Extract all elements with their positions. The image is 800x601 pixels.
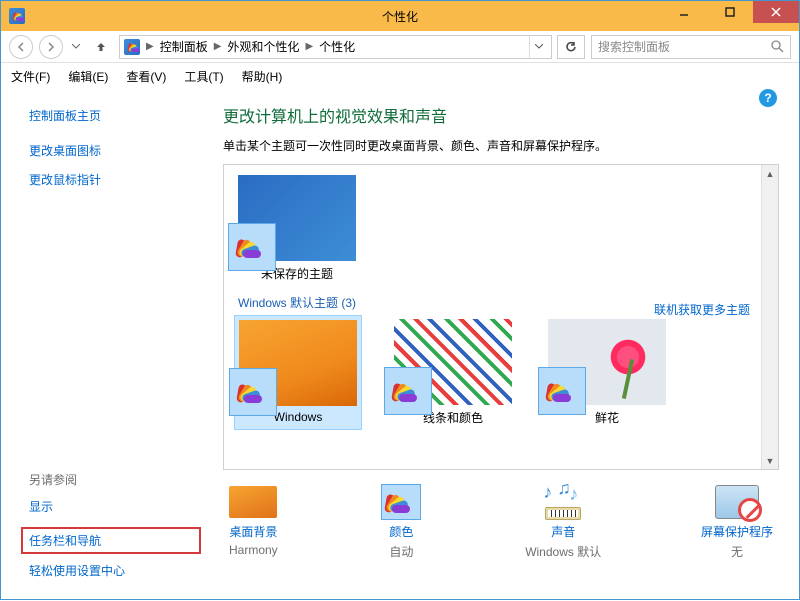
sidebar-link-taskbar-nav[interactable]: 任务栏和导航	[21, 527, 201, 554]
sidebar-link-ease-of-access[interactable]: 轻松使用设置中心	[29, 562, 201, 579]
theme-label: Windows	[274, 410, 323, 424]
setting-label: 桌面背景	[229, 523, 277, 540]
up-button[interactable]	[89, 40, 113, 54]
chevron-right-icon: ▶	[214, 41, 222, 52]
theme-flowers[interactable]: 鲜花	[548, 319, 666, 426]
settings-row: 桌面背景 Harmony 颜色 自动 ♪♫♪ 声音 Windows 默认 屏幕保…	[223, 484, 779, 560]
menu-help[interactable]: 帮助(H)	[242, 68, 283, 85]
help-icon[interactable]: ?	[759, 89, 777, 107]
desktop-background-button[interactable]: 桌面背景 Harmony	[229, 484, 278, 560]
page-heading: 更改计算机上的视觉效果和声音	[223, 103, 779, 127]
setting-value: 无	[731, 543, 743, 560]
theme-label: 鲜花	[595, 409, 619, 426]
color-fan-icon	[538, 367, 586, 415]
sidebar-see-also: 另请参阅	[29, 471, 201, 488]
back-button[interactable]	[9, 35, 33, 59]
menu-view[interactable]: 查看(V)	[126, 68, 166, 85]
control-panel-icon	[124, 39, 140, 55]
sidebar-link-display[interactable]: 显示	[29, 498, 201, 515]
theme-unsaved[interactable]: 未保存的主题	[238, 175, 356, 282]
scrollbar[interactable]: ▲ ▼	[761, 165, 778, 469]
setting-value: Windows 默认	[525, 543, 601, 560]
address-dropdown[interactable]	[529, 36, 547, 58]
setting-label: 声音	[551, 523, 575, 540]
color-fan-icon	[381, 484, 421, 520]
window-controls	[661, 1, 799, 23]
scroll-down-icon[interactable]: ▼	[762, 452, 778, 469]
app-icon	[9, 8, 25, 24]
color-fan-icon	[229, 368, 277, 416]
sidebar-link-desktop-icons[interactable]: 更改桌面图标	[29, 142, 201, 159]
page-description: 单击某个主题可一次性同时更改桌面背景、颜色、声音和屏幕保护程序。	[223, 137, 779, 154]
chevron-right-icon: ▶	[305, 41, 313, 52]
setting-label: 颜色	[389, 523, 413, 540]
search-input[interactable]: 搜索控制面板	[591, 35, 791, 59]
scroll-up-icon[interactable]: ▲	[762, 165, 778, 182]
main-panel: ? 更改计算机上的视觉效果和声音 单击某个主题可一次性同时更改桌面背景、颜色、声…	[201, 89, 799, 601]
window-title: 个性化	[382, 8, 418, 25]
sidebar-home[interactable]: 控制面板主页	[29, 107, 201, 124]
screensaver-button[interactable]: 屏幕保护程序 无	[701, 484, 773, 560]
crumb-leaf[interactable]: 个性化	[319, 38, 355, 55]
crumb-mid[interactable]: 外观和个性化	[227, 38, 299, 55]
theme-lines[interactable]: 线条和颜色	[394, 319, 512, 426]
menu-tools[interactable]: 工具(T)	[184, 68, 223, 85]
theme-windows[interactable]: Windows	[234, 315, 362, 430]
color-fan-icon	[384, 367, 432, 415]
more-themes-link[interactable]: 联机获取更多主题	[654, 301, 750, 318]
sound-icon: ♪♫♪	[539, 484, 587, 520]
setting-value: Harmony	[229, 543, 278, 557]
sidebar-link-mouse-pointer[interactable]: 更改鼠标指针	[29, 171, 201, 188]
navbar: ▶ 控制面板 ▶ 外观和个性化 ▶ 个性化 搜索控制面板	[1, 31, 799, 63]
search-placeholder: 搜索控制面板	[598, 38, 670, 55]
maximize-button[interactable]	[707, 1, 753, 23]
history-dropdown[interactable]	[69, 44, 83, 49]
search-icon	[771, 40, 784, 53]
sidebar: 控制面板主页 更改桌面图标 更改鼠标指针 另请参阅 显示 任务栏和导航 轻松使用…	[1, 89, 201, 601]
forward-button[interactable]	[39, 35, 63, 59]
menu-edit[interactable]: 编辑(E)	[68, 68, 108, 85]
setting-value: 自动	[389, 543, 413, 560]
wallpaper-icon	[229, 486, 277, 518]
close-button[interactable]	[753, 1, 799, 23]
address-bar[interactable]: ▶ 控制面板 ▶ 外观和个性化 ▶ 个性化	[119, 35, 552, 59]
chevron-right-icon: ▶	[146, 41, 154, 52]
setting-label: 屏幕保护程序	[701, 523, 773, 540]
crumb-root[interactable]: 控制面板	[160, 38, 208, 55]
theme-list: ▲ ▼ 未保存的主题 联机获取更多主题 Windows 默认主题 (3)	[223, 164, 779, 470]
minimize-button[interactable]	[661, 1, 707, 23]
screensaver-icon	[715, 485, 759, 519]
content: 控制面板主页 更改桌面图标 更改鼠标指针 另请参阅 显示 任务栏和导航 轻松使用…	[1, 89, 799, 601]
sound-button[interactable]: ♪♫♪ 声音 Windows 默认	[525, 484, 601, 560]
menu-file[interactable]: 文件(F)	[11, 68, 50, 85]
menubar: 文件(F) 编辑(E) 查看(V) 工具(T) 帮助(H)	[1, 63, 799, 89]
color-button[interactable]: 颜色 自动	[377, 484, 425, 560]
color-fan-icon	[228, 223, 276, 271]
refresh-button[interactable]	[557, 35, 585, 59]
titlebar: 个性化	[1, 1, 799, 31]
